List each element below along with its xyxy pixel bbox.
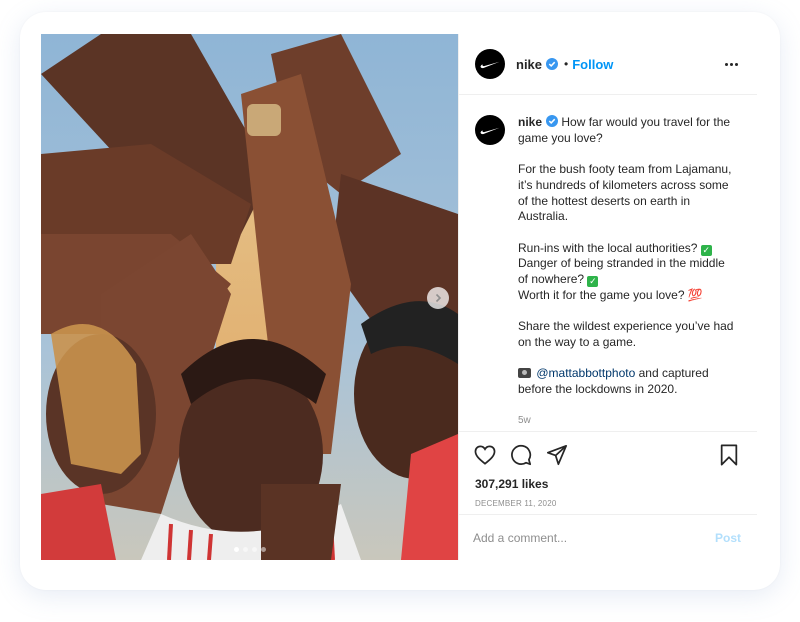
check-emoji-icon: ✓ <box>587 276 599 287</box>
chevron-right-icon <box>435 293 442 303</box>
caption-worth: Worth it for the game you love? <box>518 287 688 302</box>
check-emoji-icon: ✓ <box>700 244 712 256</box>
carousel-next-button[interactable] <box>427 287 449 309</box>
follow-button[interactable]: Follow <box>572 57 613 72</box>
post-photo <box>41 34 458 560</box>
profile-avatar[interactable] <box>475 49 505 79</box>
caption-avatar[interactable] <box>475 115 505 145</box>
caption-runins: Run-ins with the local authorities? <box>518 240 701 255</box>
nike-logo-icon <box>480 127 500 134</box>
post-header: nike • Follow <box>459 34 757 95</box>
actions-section: 307,291 likes DECEMBER 11, 2020 <box>459 431 757 508</box>
post-image[interactable] <box>41 34 458 560</box>
likes-count[interactable]: 307,291 likes <box>475 477 741 491</box>
caption-share: Share the wildest experience you’ve had … <box>518 319 734 349</box>
caption-paragraph-2: For the bush footy team from Lajamanu, i… <box>518 162 732 224</box>
comment-icon[interactable] <box>509 443 533 467</box>
carousel-dot-active <box>233 547 239 552</box>
header-separator: • <box>564 57 569 71</box>
post-date: DECEMBER 11, 2020 <box>475 499 557 508</box>
caption-username[interactable]: nike <box>518 115 542 129</box>
caption-danger: Danger of being stranded in the middle o… <box>518 256 725 286</box>
post-username[interactable]: nike <box>516 57 542 72</box>
caption-text: nike How far would you travel for the ga… <box>518 115 738 431</box>
action-bar <box>473 442 741 468</box>
post-details-panel: nike • Follow nike How far would you tra… <box>458 34 757 560</box>
mention-link[interactable]: @mattabbottphoto <box>536 366 635 380</box>
verified-icon <box>546 58 559 70</box>
carousel-dot <box>260 547 266 552</box>
caption-section: nike How far would you travel for the ga… <box>459 95 757 431</box>
carousel-dot <box>242 547 248 552</box>
verified-icon <box>546 115 559 127</box>
hundred-emoji-icon: 💯 <box>687 287 703 302</box>
camera-emoji-icon <box>518 368 531 379</box>
caption-time-ago: 5w <box>518 415 531 426</box>
bookmark-icon[interactable] <box>717 443 741 467</box>
instagram-post: nike • Follow nike How far would you tra… <box>41 34 757 560</box>
more-options-icon[interactable] <box>721 57 741 71</box>
comment-box: Post <box>459 514 757 560</box>
nike-logo-icon <box>480 61 500 68</box>
heart-icon[interactable] <box>473 443 497 467</box>
carousel-dots <box>41 547 458 552</box>
carousel-dot <box>251 547 257 552</box>
post-comment-button[interactable]: Post <box>715 531 741 545</box>
comment-input[interactable] <box>473 530 715 545</box>
share-icon[interactable] <box>545 443 569 467</box>
